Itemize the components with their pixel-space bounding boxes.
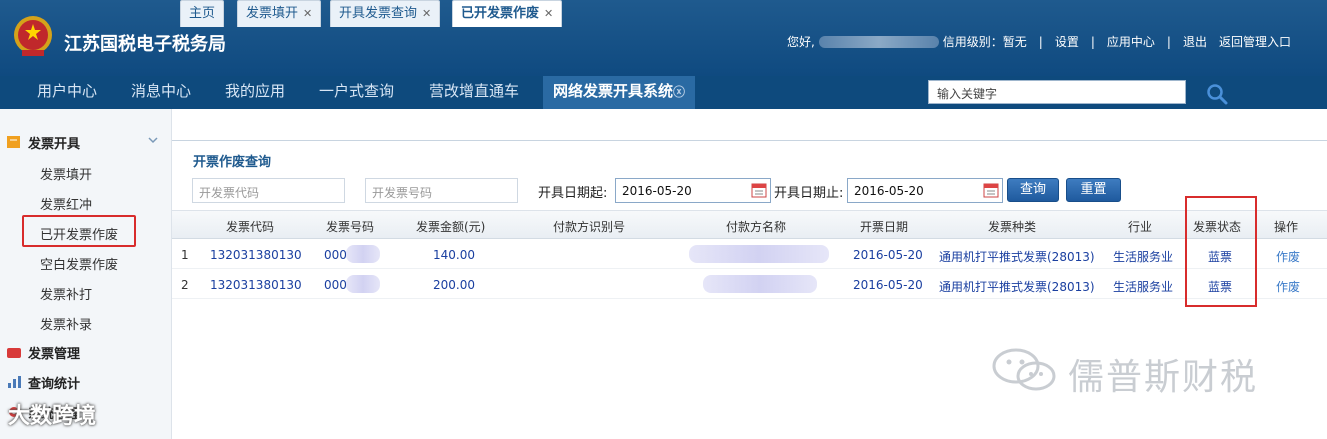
chart-icon (8, 376, 21, 388)
user-bar: 您好, 信用级别：暂无 | 设置 | 应用中心 | 退出 返回管理入口 (786, 33, 1291, 50)
tab-bar-line (172, 140, 1327, 141)
blurred-payer-name (689, 245, 829, 263)
invoice-code-cell: 132031380130 (210, 278, 302, 292)
col-type: 发票种类 (988, 220, 1037, 234)
nav-tab-invoice-system[interactable]: 网络发票开具系统ⓧ (543, 76, 696, 109)
tab-label: 已开发票作废 (461, 6, 540, 21)
void-link[interactable]: 作废 (1276, 248, 1300, 265)
reset-button[interactable]: 重置 (1066, 178, 1121, 202)
col-date: 开票日期 (860, 220, 909, 234)
main-nav: 用户中心 消息中心 我的应用 一户式查询 营改增直通车 网络发票开具系统ⓧ 输入… (0, 76, 1327, 109)
sidebar-group-label: 发票管理 (28, 346, 81, 362)
end-date-label: 开具日期止: (774, 186, 844, 201)
sidebar-group-query-stats[interactable]: 查询统计 (0, 367, 172, 397)
wechat-icon (992, 348, 1056, 391)
folder-icon (7, 348, 21, 358)
date-cell: 2016-05-20 (853, 278, 923, 292)
tab-fill[interactable]: 发票填开 ✕ (237, 0, 322, 27)
nav-tab-vat[interactable]: 营改增直通车 (429, 76, 519, 109)
sidebar-item-reprint[interactable]: 发票补打 (40, 284, 92, 303)
tab-label: 主页 (189, 6, 216, 21)
site-title: 江苏国税电子税务局 (64, 34, 226, 55)
table-header: 发票代码 发票号码 发票金额(元) 付款方识别号 付款方名称 开票日期 发票种类… (172, 210, 1327, 239)
status-highlight-box (1185, 196, 1257, 307)
sidebar-group-label: 发票开具 (28, 136, 81, 152)
national-emblem-icon (14, 16, 52, 56)
tab-void-issued[interactable]: 已开发票作废 ✕ (452, 0, 563, 27)
end-date-input[interactable]: 2016-05-20 (847, 178, 1003, 203)
sidebar-group-invoice-issue[interactable]: 发票开具 (0, 127, 172, 157)
sidebar-group-label: 查询统计 (28, 376, 81, 392)
blurred-number (346, 245, 380, 263)
tab-query[interactable]: 开具发票查询 ✕ (330, 0, 441, 27)
close-icon[interactable]: ⓧ (673, 85, 685, 99)
tab-home[interactable]: 主页 (180, 0, 225, 27)
col-code: 发票代码 (226, 220, 275, 234)
industry-cell: 生活服务业 (1113, 280, 1174, 294)
start-date-label: 开具日期起: (538, 186, 608, 201)
blurred-number (346, 275, 380, 293)
close-icon[interactable]: ✕ (422, 7, 431, 20)
query-panel-title: 开票作废查询 (193, 155, 272, 170)
nav-tab-invoice-system-label: 网络发票开具系统 (553, 82, 674, 100)
col-payer-name: 付款方名称 (726, 220, 787, 234)
row-divider (172, 268, 1327, 269)
start-date-input[interactable]: 2016-05-20 (615, 178, 771, 203)
corner-watermark: 大数跨境 (8, 404, 97, 429)
sidebar-group-invoice-manage[interactable]: 发票管理 (0, 337, 172, 367)
row-index: 1 (181, 248, 189, 262)
amount-cell: 140.00 (433, 248, 475, 262)
tab-label: 发票填开 (246, 6, 299, 21)
search-input[interactable]: 输入关键字 (928, 80, 1186, 104)
blurred-username (818, 35, 939, 48)
amount-cell: 200.00 (433, 278, 475, 292)
col-amount: 发票金额(元) (416, 220, 486, 234)
credit-level: 信用级别：暂无 (942, 35, 1027, 49)
date-cell: 2016-05-20 (853, 248, 923, 262)
chevron-up-icon[interactable] (148, 135, 158, 145)
sidebar-item-fill[interactable]: 发票填开 (40, 164, 92, 183)
logout-link[interactable]: 退出 (1183, 33, 1207, 50)
col-number: 发票号码 (326, 220, 375, 234)
nav-tab-my-apps[interactable]: 我的应用 (225, 76, 285, 109)
search-icon[interactable] (1206, 83, 1228, 105)
sidebar-item-supplement[interactable]: 发票补录 (40, 314, 92, 333)
close-icon[interactable]: ✕ (303, 7, 312, 20)
invoice-code-input[interactable]: 开发票代码 (192, 178, 345, 203)
settings-link[interactable]: 设置 (1055, 33, 1079, 50)
blurred-payer-name (703, 275, 817, 293)
admin-entry-link[interactable]: 返回管理入口 (1219, 33, 1291, 50)
invoice-code-cell: 132031380130 (210, 248, 302, 262)
sidebar: 发票开具 发票填开 发票红冲 已开发票作废 空白发票作废 发票补打 发票补录 发… (0, 109, 172, 439)
calendar-icon[interactable] (751, 182, 767, 198)
sidebar-item-void-blank[interactable]: 空白发票作废 (40, 254, 118, 273)
app-center-link[interactable]: 应用中心 (1107, 33, 1155, 50)
nav-tab-messages[interactable]: 消息中心 (131, 76, 191, 109)
void-link[interactable]: 作废 (1276, 278, 1300, 295)
tab-label: 开具发票查询 (339, 6, 418, 21)
close-icon[interactable]: ✕ (544, 7, 553, 20)
search-button[interactable]: 查询 (1007, 178, 1059, 202)
pencil-icon (7, 136, 20, 148)
highlight-box (22, 215, 136, 247)
type-cell: 通用机打平推式发票(28013) (939, 280, 1095, 294)
calendar-icon[interactable] (983, 182, 999, 198)
nav-tab-user-center[interactable]: 用户中心 (37, 76, 97, 109)
col-payer-id: 付款方识别号 (553, 220, 626, 234)
invoice-number-input[interactable]: 开发票号码 (365, 178, 518, 203)
row-divider (172, 298, 1327, 299)
type-cell: 通用机打平推式发票(28013) (939, 250, 1095, 264)
row-index: 2 (181, 278, 189, 292)
sidebar-item-red[interactable]: 发票红冲 (40, 194, 92, 213)
nav-tab-query[interactable]: 一户式查询 (319, 76, 394, 109)
col-action: 操作 (1274, 220, 1299, 234)
watermark-text: 儒普斯财税 (1068, 357, 1259, 398)
col-industry: 行业 (1128, 220, 1153, 234)
greeting: 您好, (786, 35, 815, 49)
industry-cell: 生活服务业 (1113, 250, 1174, 264)
